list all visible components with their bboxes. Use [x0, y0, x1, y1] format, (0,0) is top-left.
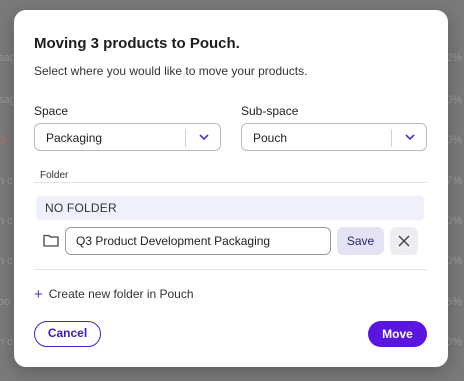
bg-cell: 7% — [446, 175, 462, 187]
space-label: Space — [34, 104, 69, 118]
folder-section-label: Folder — [40, 170, 69, 181]
bg-cell: n c — [0, 175, 13, 187]
divider — [34, 269, 427, 270]
select-separator — [185, 129, 186, 147]
bg-cell: n c — [0, 255, 13, 267]
subspace-label: Sub-space — [241, 104, 299, 118]
select-separator — [391, 129, 392, 147]
dialog-subtitle: Select where you would like to move your… — [34, 64, 308, 78]
move-button[interactable]: Move — [368, 321, 427, 347]
chevron-down-icon — [405, 134, 415, 141]
create-folder-label: Create new folder in Pouch — [48, 287, 194, 301]
move-products-dialog: Moving 3 products to Pouch. Select where… — [14, 10, 448, 367]
dialog-title: Moving 3 products to Pouch. — [34, 35, 240, 52]
subspace-select[interactable]: Pouch — [241, 123, 427, 151]
bg-cell: n c — [0, 336, 13, 348]
folder-icon — [43, 234, 59, 247]
subspace-select-value: Pouch — [253, 131, 288, 145]
save-folder-button[interactable]: Save — [337, 227, 384, 255]
bg-cell: 2% — [446, 52, 462, 64]
bg-cell: n c — [0, 215, 13, 227]
cancel-button[interactable]: Cancel — [34, 321, 101, 347]
chevron-down-icon — [199, 134, 209, 141]
space-select[interactable]: Packaging — [34, 123, 221, 151]
bg-cell: oo — [0, 296, 11, 308]
close-icon — [398, 235, 410, 247]
plus-icon: + — [34, 286, 43, 303]
folder-name-input[interactable] — [65, 227, 331, 255]
bg-cell: 5% — [446, 296, 462, 308]
cancel-folder-button[interactable] — [390, 227, 418, 255]
create-folder-link[interactable]: + Create new folder in Pouch — [34, 285, 194, 303]
divider — [34, 182, 427, 183]
no-folder-option[interactable]: NO FOLDER — [36, 196, 424, 220]
bg-cell: D — [0, 134, 6, 146]
space-select-value: Packaging — [46, 131, 103, 145]
no-folder-label: NO FOLDER — [45, 201, 117, 215]
